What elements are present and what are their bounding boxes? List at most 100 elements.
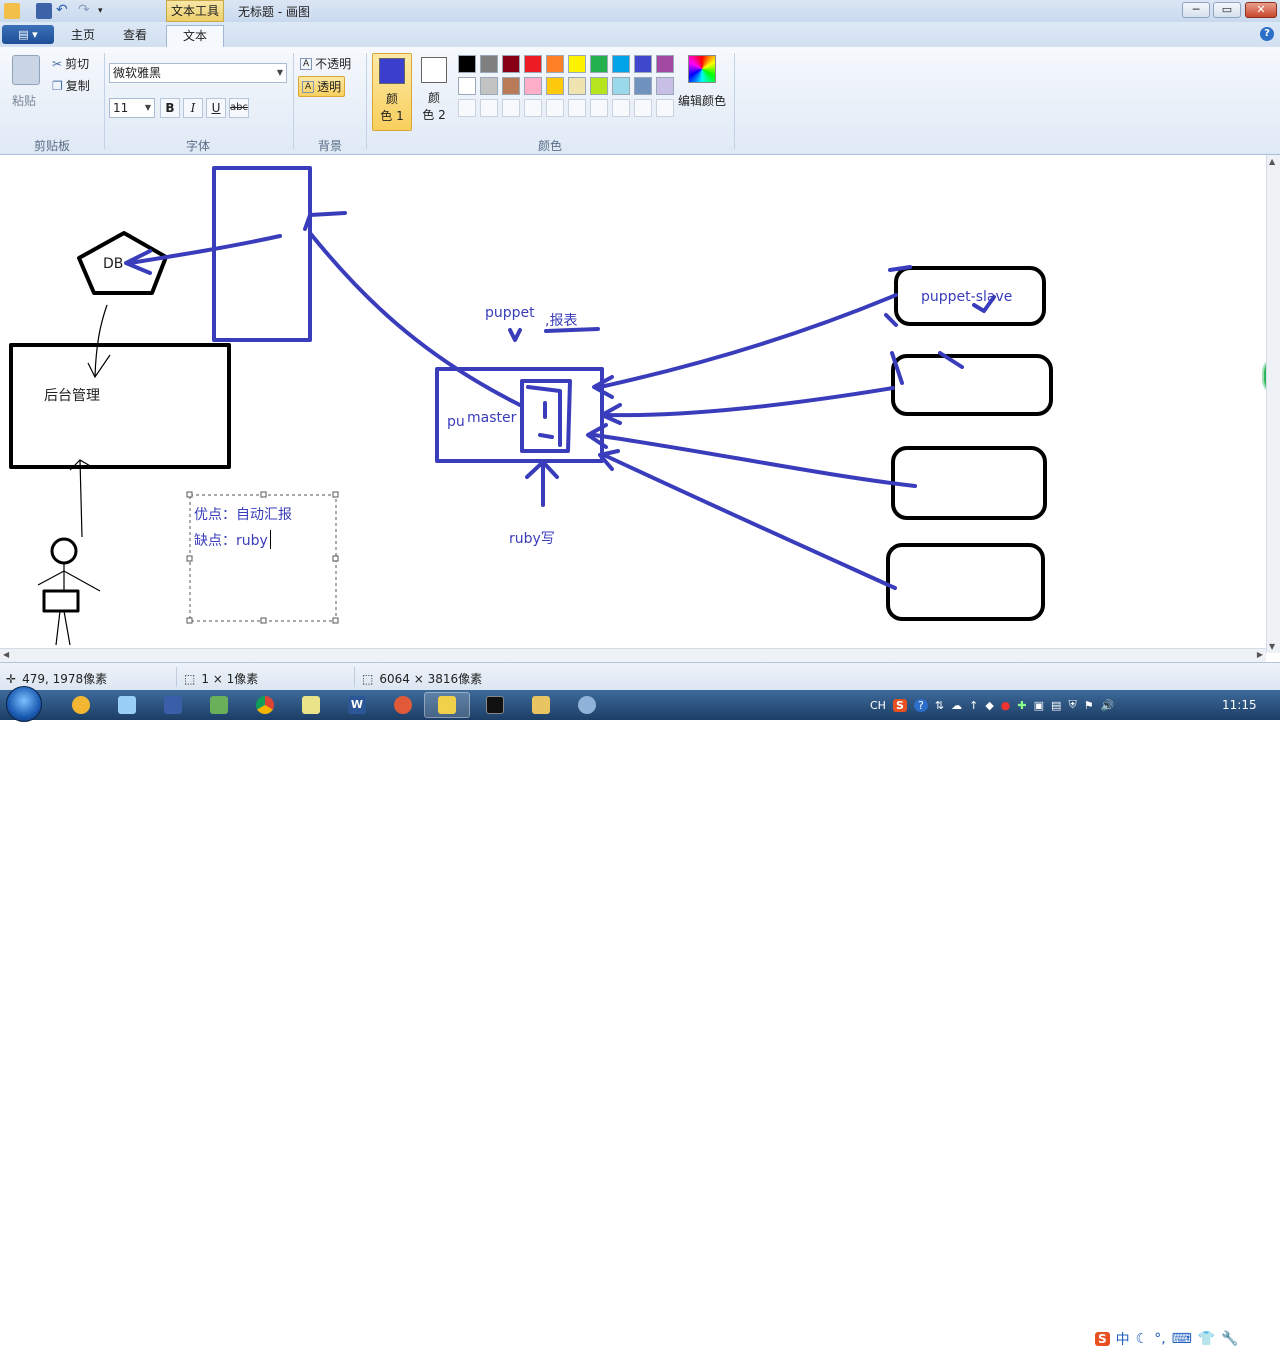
custom-color-slot[interactable] bbox=[634, 99, 652, 117]
taskbar-notepad[interactable] bbox=[288, 692, 334, 718]
pin-icon[interactable]: ↑ bbox=[969, 699, 978, 712]
palette-swatch[interactable] bbox=[568, 55, 586, 73]
custom-color-slot[interactable] bbox=[480, 99, 498, 117]
custom-color-slot[interactable] bbox=[458, 99, 476, 117]
palette-swatch[interactable] bbox=[480, 55, 498, 73]
palette-swatch[interactable] bbox=[634, 77, 652, 95]
sogou-tray-icon[interactable]: S bbox=[892, 698, 907, 712]
palette-swatch[interactable] bbox=[612, 55, 630, 73]
taskbar-app[interactable] bbox=[380, 692, 426, 718]
customize-quick-access-icon[interactable]: ▾ bbox=[98, 3, 114, 19]
copy-button[interactable]: ❐ 复制 bbox=[52, 77, 90, 94]
taskbar-app[interactable] bbox=[150, 692, 196, 718]
horizontal-scrollbar[interactable]: ◀ ▶ bbox=[0, 648, 1266, 663]
volume-icon[interactable]: 🔊 bbox=[1101, 699, 1115, 712]
ime-mode[interactable]: 中 bbox=[1116, 1329, 1130, 1349]
redo-icon[interactable]: ↷ bbox=[78, 3, 94, 19]
weather-icon[interactable]: ☁ bbox=[951, 699, 962, 712]
custom-color-slot[interactable] bbox=[612, 99, 630, 117]
transparent-button[interactable]: A 透明 bbox=[298, 76, 346, 97]
palette-swatch[interactable] bbox=[656, 77, 674, 95]
resize-handle[interactable] bbox=[186, 617, 193, 624]
taskbar-app[interactable] bbox=[58, 692, 104, 718]
maximize-button[interactable]: ▭ bbox=[1213, 2, 1241, 18]
resize-handle[interactable] bbox=[332, 555, 339, 562]
paint-app-icon[interactable] bbox=[4, 3, 20, 19]
bold-button[interactable]: B bbox=[160, 98, 180, 118]
help-tray-icon[interactable]: ? bbox=[913, 698, 928, 712]
ime-toolbar[interactable]: S 中 ☾ °, ⌨ 👕 🔧 bbox=[1095, 1325, 1239, 1353]
taskbar-cmd[interactable] bbox=[472, 692, 518, 718]
edit-colors-button[interactable]: 编辑颜色 bbox=[678, 92, 726, 109]
strikethrough-button[interactable]: abc bbox=[229, 98, 249, 118]
start-button[interactable] bbox=[6, 686, 42, 722]
palette-swatch[interactable] bbox=[502, 77, 520, 95]
color2-button[interactable]: 颜 色 2 bbox=[414, 53, 454, 129]
taskbar-app[interactable] bbox=[104, 692, 150, 718]
flag-icon[interactable]: ⚑ bbox=[1084, 699, 1094, 712]
scroll-up-icon[interactable]: ▲ bbox=[1269, 157, 1275, 166]
help-icon[interactable]: ? bbox=[1260, 27, 1274, 41]
save-icon[interactable] bbox=[36, 3, 52, 19]
taskbar-explorer[interactable] bbox=[518, 692, 564, 718]
resize-handle[interactable] bbox=[260, 617, 267, 624]
custom-color-slot[interactable] bbox=[524, 99, 542, 117]
taskbar-app[interactable] bbox=[564, 692, 610, 718]
palette-swatch[interactable] bbox=[656, 55, 674, 73]
opaque-button[interactable]: A 不透明 bbox=[300, 55, 351, 72]
tab-text[interactable]: 文本 bbox=[166, 25, 224, 47]
palette-swatch[interactable] bbox=[634, 55, 652, 73]
clock[interactable]: 11:15 bbox=[1222, 698, 1257, 712]
paint-menu-button[interactable]: ▤ ▾ bbox=[2, 25, 54, 44]
app-tray-icon[interactable]: ◆ bbox=[985, 699, 993, 712]
textbox-line-2[interactable]: 缺点：ruby bbox=[194, 530, 268, 550]
taskbar-word[interactable]: W bbox=[334, 692, 380, 718]
palette-swatch[interactable] bbox=[546, 77, 564, 95]
palette-swatch[interactable] bbox=[590, 55, 608, 73]
resize-handle[interactable] bbox=[186, 491, 193, 498]
palette-swatch[interactable] bbox=[546, 55, 564, 73]
taskbar-app[interactable] bbox=[196, 692, 242, 718]
keyboard-icon[interactable]: ⌨ bbox=[1172, 1331, 1192, 1347]
record-icon[interactable]: ● bbox=[1001, 699, 1011, 712]
taskbar-paint[interactable] bbox=[424, 692, 470, 718]
scroll-right-icon[interactable]: ▶ bbox=[1257, 650, 1263, 659]
plus-icon[interactable]: ✚ bbox=[1017, 699, 1026, 712]
display-icon[interactable]: ▣ bbox=[1034, 699, 1044, 712]
undo-icon[interactable]: ↶ bbox=[56, 3, 72, 19]
resize-handle[interactable] bbox=[186, 555, 193, 562]
custom-color-slot[interactable] bbox=[656, 99, 674, 117]
palette-swatch[interactable] bbox=[458, 77, 476, 95]
punctuation-icon[interactable]: °, bbox=[1154, 1331, 1165, 1347]
custom-color-slot[interactable] bbox=[546, 99, 564, 117]
paste-icon[interactable] bbox=[12, 55, 40, 85]
font-size-select[interactable]: 11 ▼ bbox=[109, 98, 155, 118]
monitor-icon[interactable]: ▤ bbox=[1051, 699, 1061, 712]
palette-swatch[interactable] bbox=[524, 77, 542, 95]
language-indicator[interactable]: CH bbox=[870, 699, 886, 712]
font-family-select[interactable]: 微软雅黑 ▼ bbox=[109, 63, 287, 83]
palette-swatch[interactable] bbox=[480, 77, 498, 95]
underline-button[interactable]: U bbox=[206, 98, 226, 118]
palette-swatch[interactable] bbox=[524, 55, 542, 73]
drawing-canvas[interactable]: DB 后台管理 puppet ,报表 pu master ruby写 puppe… bbox=[0, 155, 1280, 653]
custom-color-slot[interactable] bbox=[502, 99, 520, 117]
resize-handle[interactable] bbox=[332, 617, 339, 624]
custom-color-slot[interactable] bbox=[568, 99, 586, 117]
tab-home[interactable]: 主页 bbox=[60, 25, 106, 47]
tab-view[interactable]: 查看 bbox=[112, 25, 158, 47]
paste-button[interactable]: 粘贴 bbox=[12, 92, 36, 109]
textbox-line-1[interactable]: 优点：自动汇报 bbox=[194, 504, 292, 524]
close-button[interactable]: ✕ bbox=[1245, 2, 1277, 18]
italic-button[interactable]: I bbox=[183, 98, 203, 118]
scroll-left-icon[interactable]: ◀ bbox=[3, 650, 9, 659]
edit-colors-icon[interactable] bbox=[688, 55, 716, 83]
palette-swatch[interactable] bbox=[502, 55, 520, 73]
taskbar-chrome[interactable] bbox=[242, 692, 288, 718]
palette-swatch[interactable] bbox=[612, 77, 630, 95]
palette-swatch[interactable] bbox=[568, 77, 586, 95]
scroll-down-icon[interactable]: ▼ bbox=[1269, 642, 1275, 651]
vertical-scrollbar[interactable]: ▲ ▼ bbox=[1266, 155, 1280, 653]
resize-handle[interactable] bbox=[332, 491, 339, 498]
resize-handle[interactable] bbox=[260, 491, 267, 498]
